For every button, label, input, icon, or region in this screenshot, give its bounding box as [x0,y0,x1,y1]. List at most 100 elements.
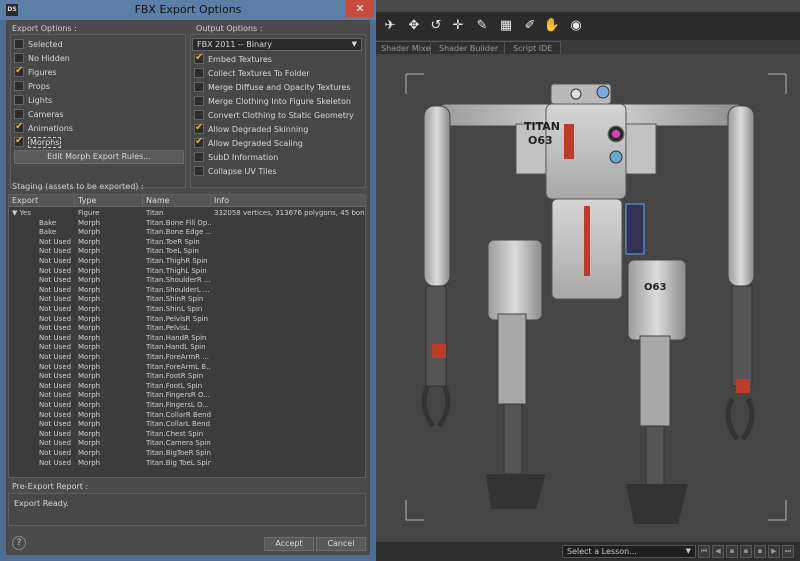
table-row[interactable]: Not Used Morph Titan.ToeR Spin [9,238,365,247]
table-row[interactable]: Bake Morph Titan.Bone Edge ... [9,228,365,237]
option-row[interactable]: No Hidden [14,52,70,64]
chevron-down-icon: ▼ [685,547,691,555]
table-row[interactable]: Not Used Morph Titan.ThighL Spin [9,267,365,276]
table-cell: Morph [78,228,101,237]
move-tool-icon[interactable]: ✥ [404,16,424,36]
table-row[interactable]: Not Used Morph Titan.ForeArmL B... [9,363,365,372]
checkbox[interactable] [194,136,204,148]
table-row[interactable]: Not Used Morph Titan.CollarL Bend [9,420,365,429]
table-row[interactable]: ▼ Yes Figure Titan 332058 vertices, 313676 … [9,209,365,218]
checkbox[interactable] [14,53,24,63]
option-row[interactable]: Animations [14,121,73,134]
option-row[interactable]: Collect Textures To Folder [194,67,310,79]
node-selection-icon[interactable]: ✈ [380,16,400,36]
table-row[interactable]: Not Used Morph Titan.PelvisL [9,324,365,333]
staging-table-header: Export Type Name Info [9,195,365,207]
tab-shader-builder[interactable]: Shader Builder [430,41,508,54]
table-cell [214,276,365,285]
table-row[interactable]: Not Used Morph Titan.HandL Spin [9,343,365,352]
table-row[interactable]: Not Used Morph Titan.ShinL Spin [9,305,365,314]
checkbox[interactable] [14,121,24,133]
staging-table: Export Type Name Info ▼ Yes Figure Titan 33… [8,194,366,478]
option-row[interactable]: Embed Textures [194,52,272,65]
checkbox[interactable] [14,65,24,77]
checkbox[interactable] [14,109,24,119]
geometry-editor-icon[interactable]: ✐ [520,16,540,36]
table-row[interactable]: Not Used Morph Titan.ShinR Spin [9,295,365,304]
table-cell: Titan.ShoulderL ... [146,285,210,294]
dialog-titlebar[interactable]: DS FBX Export Options ✕ [0,0,376,20]
table-row[interactable]: Not Used Morph Titan.Chest Spin [9,430,365,439]
option-row[interactable]: Merge Clothing Into Figure Skeleton [194,95,351,107]
table-row[interactable]: Not Used Morph Titan.BigToeR Spin [9,449,365,458]
option-row[interactable]: SubD Information [194,151,278,163]
edit-morph-rules-button[interactable]: Edit Morph Export Rules... [14,150,184,164]
checkbox[interactable] [194,122,204,134]
col-type[interactable]: Type [75,195,143,207]
help-icon[interactable]: ? [12,536,26,550]
option-row[interactable]: Lights [14,94,52,106]
accept-button[interactable]: Accept [264,537,314,551]
table-row[interactable]: Not Used Morph Titan.Camera Spin [9,439,365,448]
rotate-tool-icon[interactable]: ↺ [426,16,446,36]
option-row[interactable]: Selected [14,38,63,50]
lesson-step-button[interactable]: ▪ [740,545,752,558]
table-row[interactable]: Not Used Morph Titan.FingersR O... [9,391,365,400]
table-row[interactable]: Not Used Morph Titan.PelvisR Spin [9,314,365,324]
col-info[interactable]: Info [211,195,365,207]
table-row[interactable]: Not Used Morph Titan.ToeL Spin [9,247,365,256]
option-row[interactable]: Convert Clothing to Static Geometry [194,109,354,121]
lesson-select[interactable]: Select a Lesson... ▼ [562,545,696,558]
table-row[interactable]: Not Used Morph Titan.ThighR Spin [9,257,365,266]
universal-tool-icon[interactable]: ✛ [448,16,468,36]
region-nav-icon[interactable]: ▦ [496,16,516,36]
checkbox[interactable] [194,82,204,92]
3d-viewport[interactable]: TITAN O63 O63 [376,54,800,542]
option-row[interactable]: Collapse UV Tiles [194,165,277,177]
option-row[interactable]: Allow Degraded Skinning [194,122,308,135]
table-row[interactable]: Not Used Morph Titan.CollarR Bend [9,411,365,420]
table-row[interactable]: Not Used Morph Titan.HandR Spin [9,334,365,343]
option-row[interactable]: Morphs [14,135,62,148]
checkbox[interactable] [14,81,24,91]
lesson-step-button[interactable]: ▪ [754,545,766,558]
lesson-step-button[interactable]: ▪ [726,545,738,558]
option-row[interactable]: Figures [14,65,57,78]
lesson-last-button[interactable]: ⏭ [782,545,794,558]
table-row[interactable]: Not Used Morph Titan.ShoulderR ... [9,276,365,285]
checkbox[interactable] [194,52,204,64]
fbx-format-select[interactable]: FBX 2011 -- Binary ▼ [192,38,362,51]
table-row[interactable]: Not Used Morph Titan.ShoulderL ... [9,285,365,295]
close-button[interactable]: ✕ [346,0,374,17]
checkbox[interactable] [194,96,204,106]
checkbox[interactable] [194,166,204,176]
tab-script-ide[interactable]: Script IDE [504,41,562,54]
cancel-button[interactable]: Cancel [316,537,366,551]
table-row[interactable]: Not Used Morph Titan.Big ToeL Spin [9,459,365,468]
table-row[interactable]: Not Used Morph Titan.FootR Spin [9,372,365,381]
table-row[interactable]: Bake Morph Titan.Bone Fill Op... [9,219,365,228]
option-row[interactable]: Allow Degraded Scaling [194,136,303,149]
col-export[interactable]: Export [9,195,75,207]
lesson-next-button[interactable]: ▶ [768,545,780,558]
joint-editor-icon[interactable]: ✎ [472,16,492,36]
checkbox-label: Cameras [28,109,64,119]
option-row[interactable]: Cameras [14,108,64,120]
table-row[interactable]: Not Used Morph Titan.FingersL O... [9,401,365,410]
checkbox[interactable] [14,95,24,105]
checkbox[interactable] [14,135,24,147]
lesson-first-button[interactable]: ⏮ [698,545,710,558]
checkbox[interactable] [194,68,204,78]
checkbox[interactable] [194,110,204,120]
lesson-prev-button[interactable]: ◀ [712,545,724,558]
camera-icon[interactable]: ◉ [566,16,586,36]
option-row[interactable]: Merge Diffuse and Opacity Textures [194,81,350,93]
surface-selection-icon[interactable]: ✋ [542,16,562,36]
option-row[interactable]: Props [14,80,50,92]
checkbox[interactable] [194,152,204,162]
checkbox[interactable] [14,39,24,49]
table-row[interactable]: Not Used Morph Titan.ForeArmR ... [9,353,365,362]
col-name[interactable]: Name [143,195,211,207]
table-cell: Morph [78,314,101,323]
table-row[interactable]: Not Used Morph Titan.FootL Spin [9,382,365,391]
